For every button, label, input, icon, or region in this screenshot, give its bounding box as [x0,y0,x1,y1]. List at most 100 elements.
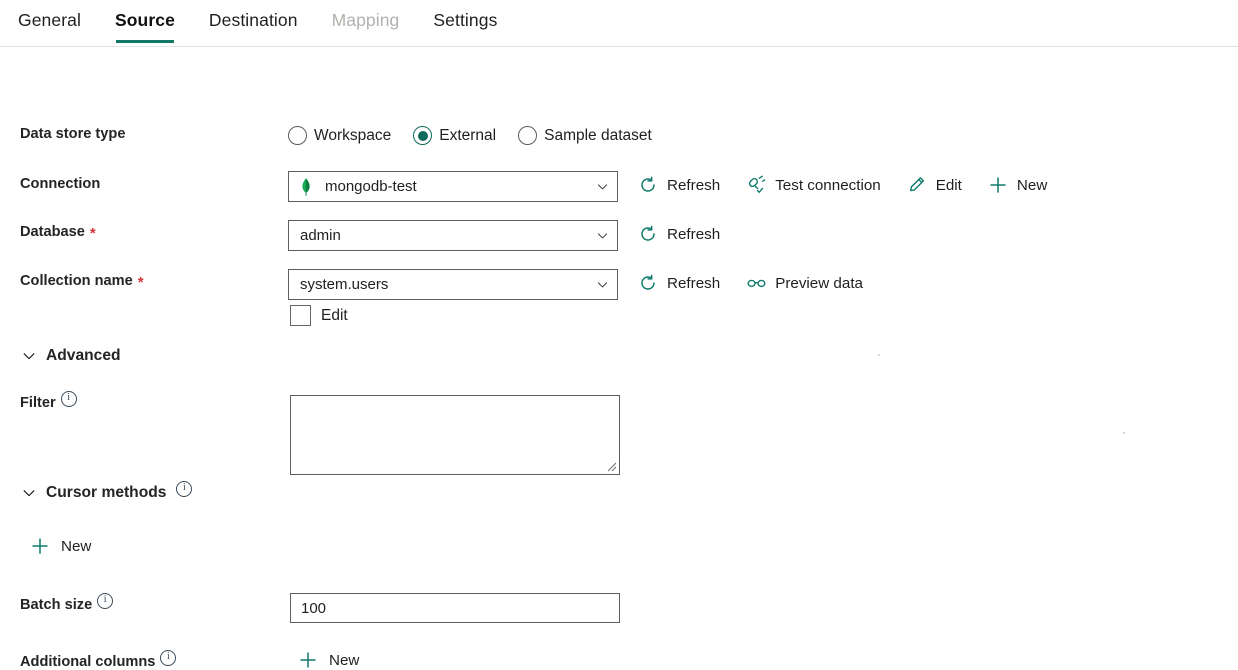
row-database: Database * admin Refresh [20,220,720,251]
radio-circle-workspace[interactable] [288,126,307,145]
cursor-methods-section-toggle[interactable]: Cursor methods [22,481,193,502]
render-speck [878,354,880,356]
radio-option-sample-dataset[interactable]: Sample dataset [518,126,652,145]
cursor-methods-new-button[interactable]: New [30,536,91,556]
cursor-methods-new-label: New [61,537,92,555]
test-connection-label: Test connection [775,176,881,194]
database-commands: Refresh [638,220,720,244]
filter-textarea[interactable] [290,395,620,475]
radio-label-workspace: Workspace [314,126,392,144]
checkbox-box[interactable] [290,305,311,326]
data-store-type-radio-group: Workspace External Sample dataset [288,126,652,145]
advanced-section-title: Advanced [46,347,121,364]
tab-mapping: Mapping [331,10,400,30]
collection-name-commands: Refresh Preview data [638,269,863,293]
test-connection-button[interactable]: Test connection [746,175,881,195]
database-label: Database * [20,220,288,242]
data-store-type-label: Data store type [20,126,126,142]
collection-refresh-label: Refresh [667,274,721,292]
pencil-icon [907,175,927,195]
row-additional-columns: Additional columns New [20,650,359,670]
connection-refresh-button[interactable]: Refresh [638,175,720,195]
plug-check-icon [746,175,766,195]
connection-value: mongodb-test [325,178,417,195]
chevron-down-icon[interactable] [596,278,609,291]
radio-circle-external[interactable] [413,126,433,145]
database-refresh-label: Refresh [667,225,721,243]
info-icon[interactable] [176,481,193,497]
resize-grip-icon[interactable] [606,461,617,472]
collection-name-label: Collection name * [20,269,288,291]
batch-size-label-text: Batch size [20,597,93,613]
batch-size-label: Batch size [20,593,290,613]
collection-name-label-text: Collection name [20,273,133,289]
tab-settings[interactable]: Settings [433,0,497,43]
row-batch-size: Batch size 100 [20,593,620,623]
info-icon[interactable] [97,593,114,609]
row-data-store-type: Data store type Workspace External Sampl… [20,126,652,145]
filter-label-text: Filter [20,395,56,411]
chevron-down-icon[interactable] [596,180,609,193]
advanced-section-toggle[interactable]: Advanced [22,347,121,365]
info-icon[interactable] [60,391,77,407]
radio-option-external[interactable]: External [413,126,496,145]
tab-bar: General Source Destination Mapping Setti… [0,0,1238,47]
chevron-down-icon[interactable] [22,486,36,500]
plus-icon [988,175,1008,195]
connection-commands: Refresh Test connection Edit New [638,171,1047,195]
render-speck [1123,432,1125,434]
tab-destination[interactable]: Destination [209,0,298,43]
collection-refresh-button[interactable]: Refresh [638,273,720,293]
batch-size-value: 100 [301,599,327,617]
plus-icon [298,650,318,670]
connection-new-label: New [1016,176,1048,194]
connection-new-button[interactable]: New [988,175,1047,195]
database-refresh-button[interactable]: Refresh [638,224,720,244]
additional-columns-new-label: New [329,651,360,669]
database-label-text: Database [20,224,85,240]
refresh-icon [638,224,658,244]
info-icon[interactable] [160,650,177,666]
row-cursor-methods-new: New [30,536,91,556]
refresh-icon [638,273,658,293]
row-collection-name: Collection name * system.users Refresh P… [20,269,863,300]
preview-data-label: Preview data [775,274,863,292]
additional-columns-new-button[interactable]: New [298,650,359,670]
refresh-icon [638,175,658,195]
database-required-asterisk: * [89,224,96,242]
advanced-section-header[interactable]: Advanced [22,347,121,365]
collection-edit-checkbox-label: Edit [321,306,348,324]
filter-label: Filter [20,391,290,411]
collection-name-dropdown[interactable]: system.users [288,269,618,300]
radio-label-external: External [439,126,497,144]
connection-dropdown[interactable]: mongodb-test [288,171,618,202]
collection-edit-checkbox[interactable]: Edit [290,305,348,326]
chevron-down-icon[interactable] [22,349,36,363]
connection-label: Connection [20,176,101,192]
database-dropdown[interactable]: admin [288,220,618,251]
chevron-down-icon[interactable] [596,229,609,242]
row-connection: Connection mongodb-test Refresh Test con… [20,171,1047,202]
row-collection-edit-checkbox: Edit [290,305,348,326]
collection-name-value: system.users [300,276,389,293]
tab-source[interactable]: Source [115,0,175,43]
row-filter: Filter [20,391,620,475]
mongodb-leaf-icon [298,177,314,197]
tab-general[interactable]: General [18,0,81,43]
collection-name-required-asterisk: * [137,273,144,291]
radio-circle-sample-dataset[interactable] [518,126,538,145]
connection-refresh-label: Refresh [667,176,721,194]
connection-edit-button[interactable]: Edit [907,175,962,195]
database-value: admin [300,227,341,244]
radio-label-sample-dataset: Sample dataset [544,126,652,144]
cursor-methods-section-header[interactable]: Cursor methods [22,481,193,502]
cursor-methods-section-title: Cursor methods [46,484,167,501]
preview-data-button[interactable]: Preview data [746,273,863,293]
radio-option-workspace[interactable]: Workspace [288,126,391,145]
additional-columns-label-text: Additional columns [20,654,156,670]
batch-size-input[interactable]: 100 [290,593,620,623]
plus-icon [30,536,50,556]
additional-columns-label: Additional columns [20,650,298,670]
connection-edit-label: Edit [935,176,962,194]
glasses-icon [746,273,766,293]
